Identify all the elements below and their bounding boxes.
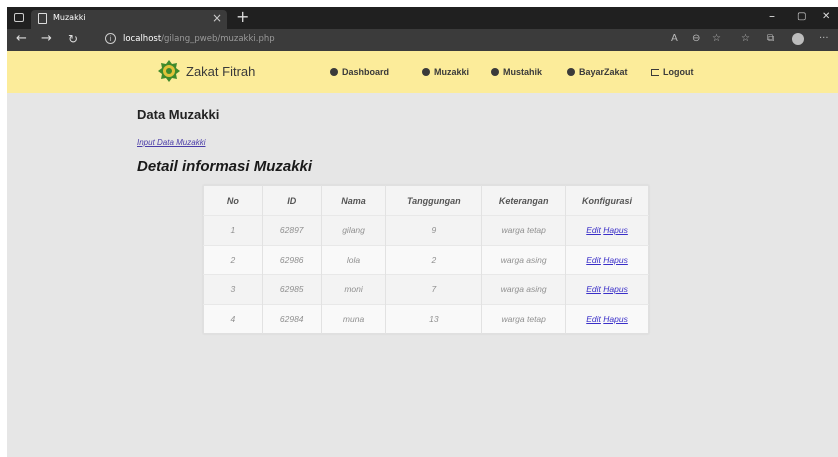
user-icon	[491, 68, 499, 76]
forward-icon[interactable]: →	[41, 31, 52, 47]
title-bar: Muzakki × + – ▢ ✕	[7, 7, 838, 29]
hapus-link[interactable]: Hapus	[603, 314, 628, 324]
edit-link[interactable]: Edit	[586, 255, 601, 265]
muzakki-table: No ID Nama Tanggungan Keterangan Konfigu…	[203, 185, 649, 334]
nav-dashboard[interactable]: Dashboard	[330, 67, 389, 77]
cell-konfigurasi: Edit Hapus	[565, 303, 649, 334]
user-icon	[330, 68, 338, 76]
cell-id: 62985	[262, 274, 322, 304]
cell-nama: moni	[321, 274, 387, 304]
cell-keterangan: warga asing	[481, 274, 567, 304]
table-row: 4 62984 muna 13 warga tetap Edit Hapus	[203, 303, 649, 334]
cell-no: 3	[203, 274, 263, 304]
url-text: localhost/gilang_pweb/muzakki.php	[123, 34, 275, 44]
read-aloud-icon[interactable]: A	[671, 33, 678, 44]
cell-nama: muna	[321, 303, 387, 334]
table-header-row: No ID Nama Tanggungan Keterangan Konfigu…	[203, 185, 649, 216]
nav-mustahik[interactable]: Mustahik	[491, 67, 542, 77]
section-title: Detail informasi Muzakki	[137, 158, 313, 175]
table-row: 3 62985 moni 7 warga asing Edit Hapus	[203, 274, 649, 304]
cell-konfigurasi: Edit Hapus	[565, 244, 649, 275]
column-header-konfigurasi: Konfigurasi	[565, 185, 649, 216]
input-data-muzakki-link[interactable]: Input Data Muzakki	[137, 138, 205, 147]
column-header-keterangan: Keterangan	[481, 185, 567, 216]
edit-link[interactable]: Edit	[586, 225, 601, 235]
cell-id: 62984	[262, 303, 322, 334]
browser-window: Muzakki × + – ▢ ✕ ← → ↻ i localhost/gila…	[7, 7, 838, 457]
cell-keterangan: warga tetap	[481, 303, 567, 334]
cell-no: 2	[203, 244, 263, 275]
minimize-icon[interactable]: –	[769, 9, 775, 23]
cell-tanggungan: 13	[385, 303, 483, 334]
maximize-icon[interactable]: ▢	[797, 11, 806, 22]
tab-title: Muzakki	[53, 13, 86, 22]
cell-keterangan: warga tetap	[481, 215, 567, 245]
table-row: 2 62986 lola 2 warga asing Edit Hapus	[203, 244, 649, 275]
more-options-icon[interactable]: ···	[819, 33, 829, 44]
cell-keterangan: warga asing	[481, 244, 567, 275]
page-title: Data Muzakki	[137, 107, 220, 122]
column-header-id: ID	[262, 185, 322, 216]
window-menu-icon[interactable]	[14, 13, 24, 22]
url-field[interactable]: i localhost/gilang_pweb/muzakki.php	[95, 31, 735, 49]
zoom-icon[interactable]: ⊖	[692, 33, 700, 44]
cell-konfigurasi: Edit Hapus	[565, 274, 649, 304]
hapus-link[interactable]: Hapus	[603, 225, 628, 235]
edit-link[interactable]: Edit	[586, 314, 601, 324]
close-window-icon[interactable]: ✕	[822, 11, 830, 22]
cell-id: 62897	[262, 215, 322, 245]
column-header-nama: Nama	[321, 185, 387, 216]
nav-muzakki[interactable]: Muzakki	[422, 67, 469, 77]
cell-konfigurasi: Edit Hapus	[565, 215, 649, 245]
cell-id: 62986	[262, 244, 322, 275]
browser-tab[interactable]: Muzakki ×	[31, 10, 227, 29]
address-bar: ← → ↻ i localhost/gilang_pweb/muzakki.ph…	[7, 29, 838, 51]
close-tab-icon[interactable]: ×	[212, 11, 222, 25]
reload-icon[interactable]: ↻	[68, 31, 78, 47]
zakat-logo-icon	[158, 60, 180, 82]
back-icon[interactable]: ←	[16, 31, 27, 47]
site-header: Zakat Fitrah Dashboard Muzakki Mustahik …	[7, 51, 838, 93]
brand-title[interactable]: Zakat Fitrah	[186, 64, 255, 79]
edit-link[interactable]: Edit	[586, 284, 601, 294]
cell-nama: lola	[321, 244, 387, 275]
page-icon	[38, 13, 47, 24]
hapus-link[interactable]: Hapus	[603, 255, 628, 265]
hapus-link[interactable]: Hapus	[603, 284, 628, 294]
table-row: 1 62897 gilang 9 warga tetap Edit Hapus	[203, 215, 649, 245]
new-tab-icon[interactable]: +	[236, 8, 249, 26]
cell-nama: gilang	[321, 215, 387, 245]
collections-icon[interactable]: ⧉	[767, 33, 774, 44]
cell-tanggungan: 2	[385, 244, 483, 275]
column-header-tanggungan: Tanggungan	[385, 185, 483, 216]
user-icon	[422, 68, 430, 76]
logout-icon	[651, 69, 659, 76]
user-icon	[567, 68, 575, 76]
cell-tanggungan: 9	[385, 215, 483, 245]
favorite-add-icon[interactable]: ☆	[712, 33, 721, 44]
site-info-icon[interactable]: i	[105, 33, 116, 44]
cell-no: 1	[203, 215, 263, 245]
profile-avatar[interactable]	[792, 33, 804, 45]
nav-logout[interactable]: Logout	[651, 67, 694, 77]
column-header-no: No	[203, 185, 263, 216]
cell-no: 4	[203, 303, 263, 334]
nav-bayarzakat[interactable]: BayarZakat	[567, 67, 628, 77]
favorites-icon[interactable]: ☆	[741, 33, 750, 44]
cell-tanggungan: 7	[385, 274, 483, 304]
